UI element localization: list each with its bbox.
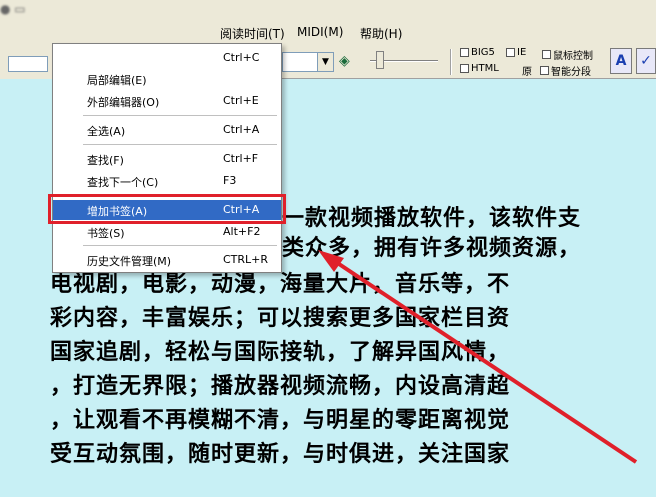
menu-item-find-next[interactable]: 查找下一个(C) F3 (53, 171, 281, 191)
title-bar: ● ▭ (0, 0, 656, 22)
text-line: 国家追剧，轻松与国际接轨，了解异国风情， (50, 339, 511, 365)
original-label: 原 (522, 67, 532, 78)
annotation-highlight-box (48, 194, 286, 224)
smart-paragraph-checkbox[interactable]: 智能分段 (540, 63, 591, 78)
menu-bar: 阅读时间(T) MIDI(M) 帮助(H) (0, 22, 656, 43)
font-icon: A (615, 53, 627, 69)
menu-separator (83, 245, 277, 246)
menu-item-label: 全选(A) (87, 125, 126, 138)
big5-label: BIG5 (471, 47, 495, 58)
checkbox-box[interactable] (460, 48, 469, 57)
toolbar-left-input[interactable] (8, 56, 48, 72)
menu-item-label: 书签(S) (87, 227, 125, 240)
html-checkbox[interactable]: HTML (460, 63, 499, 74)
html-label: HTML (471, 63, 499, 74)
menu-item-label: 查找(F) (87, 154, 124, 167)
menu-separator (83, 144, 277, 145)
toolbar-separator (450, 49, 452, 75)
original-label-wrap: 原 (522, 63, 532, 78)
checkbox-box[interactable] (540, 66, 549, 75)
menu-item-shortcut: Ctrl+C (223, 51, 260, 64)
text-line: ，让观看不再模糊不清，与明星的零距离视觉 (50, 407, 511, 433)
menu-item-shortcut: Ctrl+E (223, 94, 259, 107)
ie-label: IE (517, 47, 527, 58)
font-size-combo[interactable]: ▼ (282, 52, 334, 72)
menu-item-label: 查找下一个(C) (87, 176, 159, 189)
mouse-control-label: 鼠标控制 (553, 51, 593, 62)
menu-item-external-editor[interactable]: 外部编辑器(O) Ctrl+E (53, 91, 281, 111)
menu-item-copy[interactable]: Ctrl+C (53, 48, 281, 68)
text-line: 一款视频播放软件，该软件支 (282, 205, 582, 231)
mouse-control-checkbox[interactable]: 鼠标控制 (542, 47, 593, 62)
globe-icon[interactable]: ◈ (339, 53, 355, 69)
text-line: 受互动氛围，随时更新，与时俱进，关注国家 (50, 441, 511, 467)
menu-reading-time[interactable]: 阅读时间(T) (220, 25, 285, 42)
menu-item-history[interactable]: 历史文件管理(M) CTRL+R (53, 250, 281, 270)
app-title-blurred: ● ▭ (0, 2, 26, 16)
menu-item-shortcut: Ctrl+A (223, 123, 260, 136)
menu-item-shortcut: Ctrl+F (223, 152, 259, 165)
text-line: ，打造无界限；播放器视频流畅，内设高清超 (50, 373, 511, 399)
menu-item-label: 历史文件管理(M) (87, 255, 172, 268)
menu-item-bookmarks[interactable]: 书签(S) Alt+F2 (53, 222, 281, 242)
menu-help[interactable]: 帮助(H) (360, 25, 402, 42)
ie-checkbox[interactable]: IE (506, 47, 526, 58)
check-icon: ✓ (640, 53, 652, 69)
context-menu: Ctrl+C 局部编辑(E) 外部编辑器(O) Ctrl+E 全选(A) Ctrl+… (52, 43, 282, 273)
watermark (536, 462, 646, 492)
chevron-down-icon[interactable]: ▼ (317, 53, 333, 71)
toolbar-left-area (0, 43, 52, 79)
menu-item-label: 局部编辑(E) (87, 74, 147, 87)
menu-item-shortcut: CTRL+R (223, 253, 269, 266)
smart-paragraph-label: 智能分段 (551, 67, 591, 78)
menu-item-label: 外部编辑器(O) (87, 96, 160, 109)
menu-item-shortcut: Alt+F2 (223, 225, 261, 238)
checkbox-box[interactable] (460, 64, 469, 73)
checkbox-box[interactable] (506, 48, 515, 57)
menu-item-select-all[interactable]: 全选(A) Ctrl+A (53, 120, 281, 140)
menu-separator (83, 115, 277, 116)
checkbox-box[interactable] (542, 50, 551, 59)
menu-item-partial-edit[interactable]: 局部编辑(E) (53, 69, 281, 89)
menu-item-find[interactable]: 查找(F) Ctrl+F (53, 149, 281, 169)
text-line: 彩内容，丰富娱乐；可以搜索更多国家栏目资 (50, 305, 511, 331)
menu-midi[interactable]: MIDI(M) (297, 25, 343, 39)
big5-checkbox[interactable]: BIG5 (460, 47, 495, 58)
text-line: 类众多，拥有许多视频资源， (282, 235, 582, 261)
font-button[interactable]: A (610, 48, 632, 74)
menu-item-shortcut: F3 (223, 174, 237, 187)
speed-slider-thumb[interactable] (376, 51, 384, 69)
confirm-button[interactable]: ✓ (636, 48, 656, 74)
